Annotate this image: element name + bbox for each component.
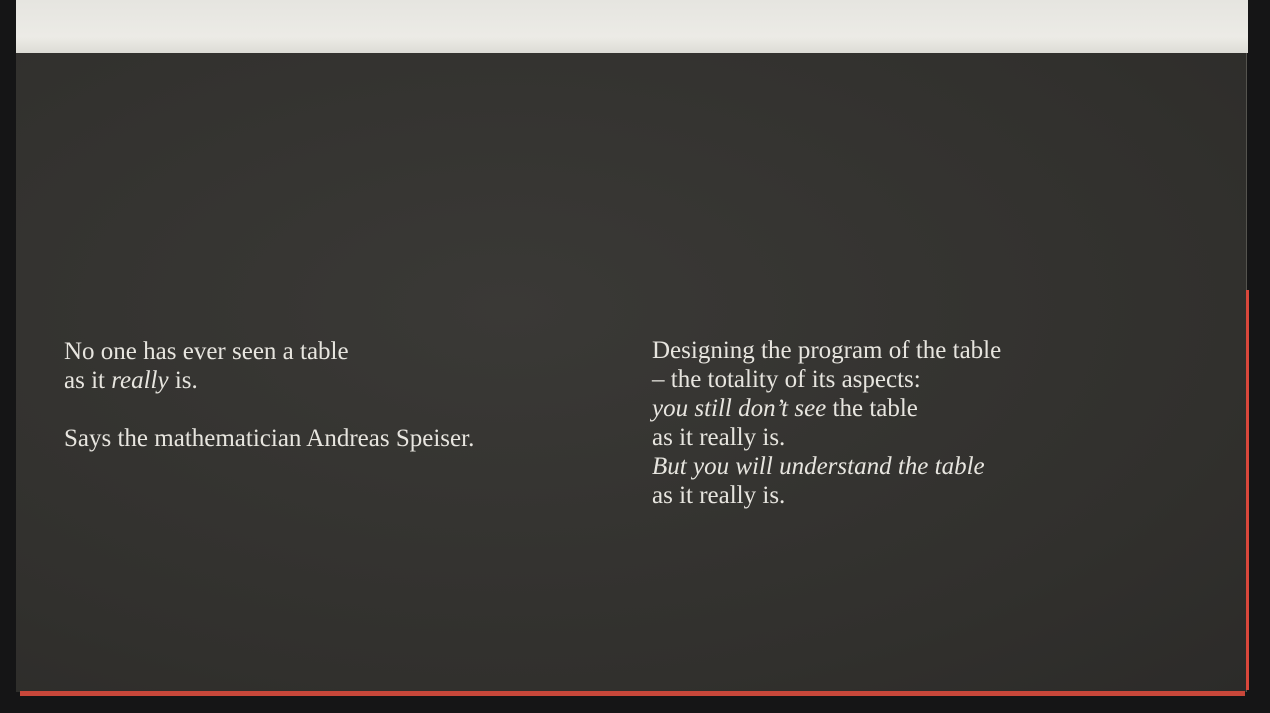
red-page-edge-bottom [20,691,1245,696]
text-line: – the totality of its aspects: [652,366,921,393]
red-page-edge-right [1246,290,1249,690]
right-paragraph: Designing the program of the table – the… [652,336,1001,510]
text-line: you still don’t see the table [652,394,1001,423]
text-line: Designing the program of the table [652,337,1002,364]
italic-span: really [111,367,169,394]
text-line: But you will understand the table [652,452,1001,481]
italic-span: But you will understand the table [652,453,985,480]
text-line: as it really is. [64,366,474,395]
text-line: as it really is. [652,424,786,451]
text-span: as it [64,367,112,394]
text-line: No one has ever seen a table [64,338,349,365]
text-span: the table [826,395,918,422]
italic-span: you still don’t see [652,395,827,422]
text-span: is. [168,367,198,394]
facing-page-edge [16,0,1248,53]
text-line: as it really is. [652,482,786,509]
text-line: Says the mathematician Andreas Speiser. [64,425,475,452]
left-paragraph: No one has ever seen a table as it reall… [64,337,474,453]
